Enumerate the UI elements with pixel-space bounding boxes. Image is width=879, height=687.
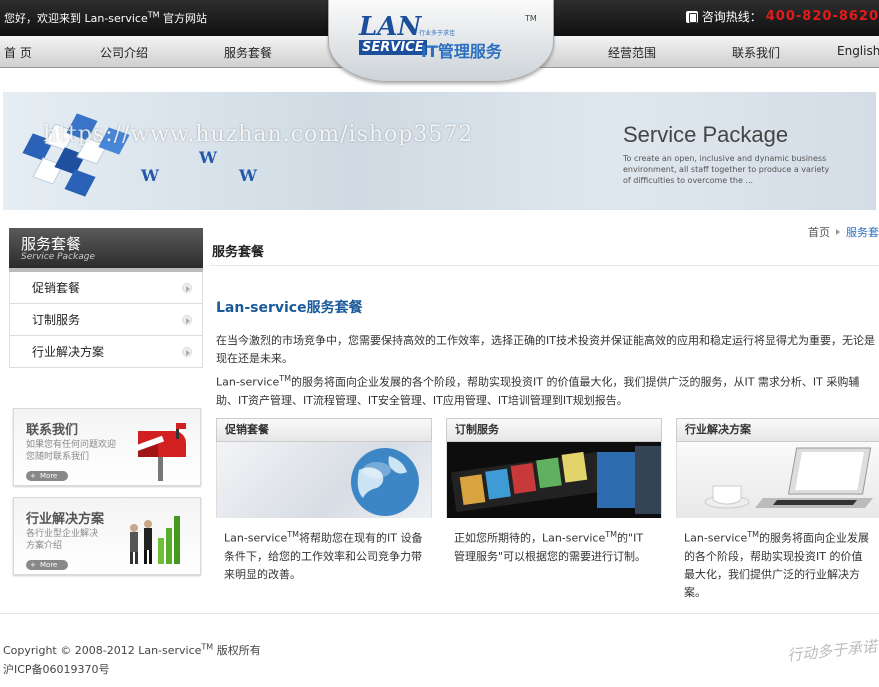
intro-paragraph: 在当今激烈的市场竞争中，您需要保持高效的工作效率，选择正确的IT技术投资并保证能…: [216, 334, 875, 365]
nav-home[interactable]: 首 页: [4, 44, 32, 61]
copyright: Copyright © 2008-2012 Lan-serviceTM 版权所有: [3, 642, 261, 658]
laptop-icon: [704, 447, 873, 509]
sidebar-header: 服务套餐 Service Package: [9, 228, 203, 272]
cubes-graphic: [22, 106, 133, 197]
contact-more-button[interactable]: More: [26, 471, 68, 481]
signature-logo: 行动多于承诺: [786, 637, 878, 665]
sidebar-item-solutions[interactable]: 行业解决方案: [9, 336, 203, 368]
trademark-sup: TM: [747, 530, 760, 539]
sidebar-item-label: 订制服务: [32, 313, 81, 327]
globe-image: [216, 442, 432, 518]
solution-more-button[interactable]: More: [26, 560, 68, 570]
hotline: 咨询热线： 400-820-8620: [685, 8, 879, 25]
nav-about[interactable]: 公司介绍: [100, 44, 148, 61]
phone-icon: [685, 10, 698, 23]
filmstrip-image: [446, 442, 662, 518]
solution-box-desc: 各行业型企业解决方案介绍: [26, 529, 99, 551]
copyright-suffix: 版权所有: [213, 644, 261, 657]
banner-title: Service Package: [623, 122, 789, 147]
card-text-brand: 正如您所期待的，Lan-service: [454, 531, 606, 545]
card-promo[interactable]: 促销套餐 Lan-serviceTM将帮助您在现有的IT 设备条件下，给您的工作…: [216, 418, 432, 590]
card-solutions[interactable]: 行业解决方案 Lan-serviceTM的服务将面向企业发展的各个阶段，帮助实现…: [676, 418, 879, 599]
card-title[interactable]: 订制服务: [446, 418, 662, 442]
laptop-image: [676, 442, 879, 518]
card-custom[interactable]: 订制服务 正如您所期待的，Lan-serviceTM的"IT 管理服务"可以根据…: [446, 418, 662, 590]
chevron-right-icon: [182, 283, 192, 293]
breadcrumb-separator-icon: [836, 229, 840, 235]
service-paragraph: Lan-serviceTM的服务将面向企业发展的各个阶段，帮助实现投资IT 的价…: [216, 370, 879, 410]
content-heading: Lan-service服务套餐: [216, 300, 363, 316]
mailbox-icon: [133, 423, 186, 481]
card-text-brand: Lan-service: [684, 531, 748, 545]
page-title: 服务套餐: [212, 245, 265, 260]
card-title[interactable]: 促销套餐: [216, 418, 432, 442]
filmstrip-icon: [447, 442, 661, 518]
welcome-text-main: 您好，欢迎来到 Lan-service: [4, 12, 148, 25]
breadcrumb: 首页 服务套: [808, 224, 879, 240]
chevron-right-icon: [182, 315, 192, 325]
breadcrumb-current[interactable]: 服务套: [846, 224, 879, 240]
sidebar-item-label: 促销套餐: [32, 281, 81, 295]
service-paragraph-brand: Lan-service: [216, 375, 280, 389]
card-text: Lan-serviceTM的服务将面向企业发展的各个阶段，帮助实现投资IT 的价…: [676, 518, 879, 599]
hotline-label: 咨询热线：: [701, 10, 762, 24]
footer-divider: [0, 613, 879, 614]
trademark-sup: TM: [605, 530, 618, 539]
card-text: Lan-serviceTM将帮助您在现有的IT 设备条件下，给您的工作效率和公司…: [216, 518, 432, 590]
logo-tagline: 行业多于求佳: [419, 30, 456, 37]
nav-scope[interactable]: 经营范围: [608, 44, 656, 61]
trademark-sup: TM: [147, 10, 160, 20]
sidebar-item-label: 行业解决方案: [32, 345, 105, 359]
logo-lan-text: LAN: [359, 12, 422, 42]
trademark-sup: TM: [201, 642, 214, 652]
divider: [210, 265, 879, 266]
service-paragraph-text: 的服务将面向企业发展的各个阶段，帮助实现投资IT 的价值最大化，我们提供广泛的服…: [216, 375, 860, 407]
w-letter-icon: W: [239, 166, 257, 185]
sidebar-subtitle: Service Package: [21, 252, 95, 262]
watermark-text: https://www.huzhan.com/ishop3572: [43, 122, 474, 147]
icp-record[interactable]: 沪ICP备06019370号: [3, 661, 110, 677]
sidebar-title: 服务套餐: [21, 235, 82, 253]
chevron-right-icon: [182, 347, 192, 357]
solution-box-title: 行业解决方案: [26, 512, 105, 527]
welcome-text: 您好，欢迎来到 Lan-serviceTM 官方网站: [4, 10, 207, 26]
copyright-text: Copyright © 2008-2012 Lan-service: [3, 644, 202, 657]
nav-packages[interactable]: 服务套餐: [224, 44, 272, 61]
contact-box-title: 联系我们: [26, 423, 79, 438]
card-title[interactable]: 行业解决方案: [676, 418, 879, 442]
trademark-sup: TM: [287, 530, 300, 539]
contact-box[interactable]: 联系我们 如果您有任何问题欢迎您随时联系我们 More: [13, 408, 201, 486]
trademark-sup: TM: [279, 374, 292, 383]
sidebar-menu: 促销套餐 订制服务 行业解决方案: [9, 272, 203, 368]
banner-description: To create an open, inclusive and dynamic…: [623, 154, 830, 185]
contact-box-desc: 如果您有任何问题欢迎您随时联系我们: [26, 440, 117, 462]
sidebar-item-custom[interactable]: 订制服务: [9, 304, 203, 336]
service-banner: W W W https://www.huzhan.com/ishop3572 S…: [3, 92, 876, 210]
business-growth-icon: [130, 516, 180, 564]
cube-shape: [64, 169, 96, 197]
w-letter-icon: W: [141, 166, 159, 185]
logo-it-text: IT管理服务: [421, 42, 502, 61]
solution-box[interactable]: 行业解决方案 各行业型企业解决方案介绍 More: [13, 497, 201, 575]
sidebar-item-promo[interactable]: 促销套餐: [9, 272, 203, 304]
nav-contact[interactable]: 联系我们: [732, 44, 780, 61]
w-letter-icon: W: [199, 148, 217, 167]
card-text: 正如您所期待的，Lan-serviceTM的"IT 管理服务"可以根据您的需要进…: [446, 518, 662, 590]
globe-icon: [351, 448, 419, 516]
logo-tm: TM: [525, 14, 537, 23]
logo[interactable]: LAN 行业多于求佳 SERVICE IT管理服务 TM: [328, 0, 554, 82]
welcome-text-suffix: 官方网站: [159, 12, 208, 25]
nav-english[interactable]: English: [837, 44, 879, 58]
card-text-brand: Lan-service: [224, 531, 288, 545]
logo-service-text: SERVICE: [359, 40, 427, 55]
breadcrumb-home[interactable]: 首页: [808, 224, 830, 240]
hotline-number: 400-820-8620: [765, 9, 879, 24]
